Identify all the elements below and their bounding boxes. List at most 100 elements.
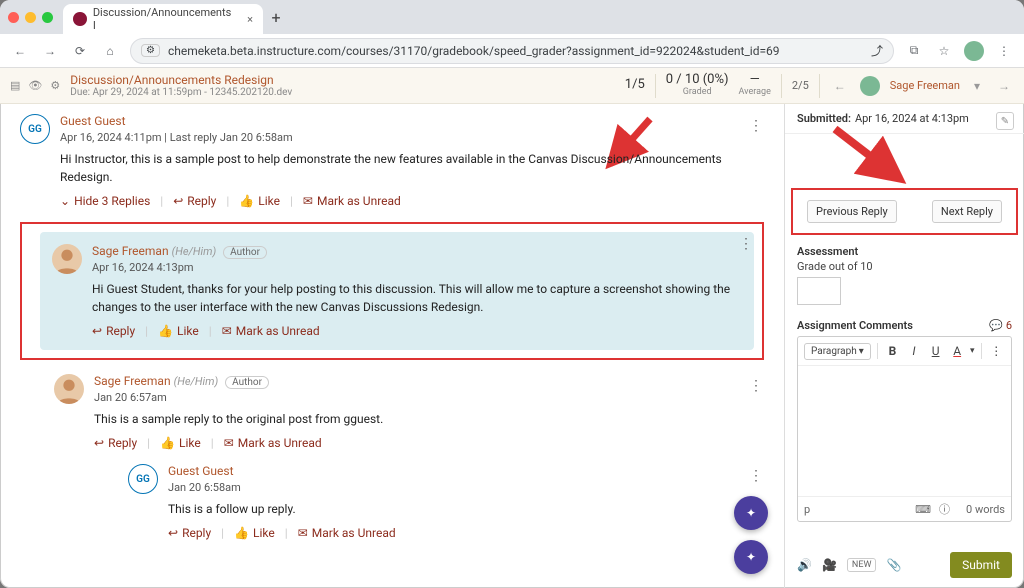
tab-title: Discussion/Announcements I	[93, 6, 235, 32]
previous-reply-button[interactable]: Previous Reply	[807, 200, 897, 223]
toggle-replies-button[interactable]: Hide 3 Replies	[60, 194, 150, 208]
like-button[interactable]: 👍 Like	[234, 526, 275, 540]
post-menu-icon[interactable]: ⋮	[749, 118, 764, 134]
student-avatar[interactable]	[860, 76, 880, 96]
submission-info: Submitted: Apr 16, 2024 at 4:13pm ✎	[785, 104, 1024, 134]
author-name[interactable]: Guest Guest	[168, 464, 234, 478]
nested-reply-post: GG ⋮ Guest Guest Jan 20 6:58am This is a…	[128, 464, 764, 540]
share-icon[interactable]: ⤴	[871, 42, 883, 59]
post-timestamp: Jan 20 6:57am	[94, 391, 764, 404]
reply-button[interactable]: ↩ Reply	[94, 436, 137, 450]
bookmark-icon[interactable]: ☆	[934, 44, 954, 58]
mark-unread-button[interactable]: ✉ Mark as Unread	[298, 526, 396, 540]
mark-unread-button[interactable]: ✉ Mark as Unread	[224, 436, 322, 450]
accessibility-button[interactable]: ✦	[734, 540, 768, 574]
next-reply-button[interactable]: Next Reply	[932, 200, 1002, 223]
comment-textarea[interactable]	[798, 366, 1011, 496]
underline-button[interactable]: U	[927, 341, 945, 361]
avatar[interactable]: GG	[128, 464, 158, 494]
back-button[interactable]: ←	[10, 44, 30, 58]
post-content: Hi Guest Student, thanks for your help p…	[92, 280, 742, 316]
chevron-down-icon: ▾	[859, 346, 864, 357]
profile-avatar[interactable]	[964, 41, 984, 61]
avatar[interactable]	[54, 374, 84, 404]
settings-icon[interactable]: ⚙	[50, 79, 60, 92]
visibility-icon[interactable]: 👁	[28, 79, 42, 92]
post-timestamp: Apr 16, 2024 4:11pm | Last reply Jan 20 …	[60, 131, 764, 144]
forward-button[interactable]: →	[40, 44, 60, 58]
post-menu-icon[interactable]: ⋮	[739, 236, 754, 252]
student-dropdown-icon[interactable]: ▾	[970, 79, 984, 93]
highlighted-reply-box: ⋮ Sage Freeman (He/Him) Author Apr 16, 2…	[20, 222, 764, 360]
author-name[interactable]: Sage Freeman	[94, 374, 171, 388]
mark-unread-button[interactable]: ✉ Mark as Unread	[222, 324, 320, 338]
author-name[interactable]: Guest Guest	[60, 114, 126, 128]
browser-tab[interactable]: Discussion/Announcements I ×	[63, 4, 263, 34]
author-badge: Author	[225, 376, 269, 389]
audio-comment-icon[interactable]: 🔊	[797, 558, 812, 572]
browser-toolbar: ← → ⟳ ⌂ ⚙ chemeketa.beta.instructure.com…	[0, 34, 1024, 68]
grade-out-of-label: Grade out of 10	[785, 260, 1024, 273]
address-bar[interactable]: ⚙ chemeketa.beta.instructure.com/courses…	[130, 38, 894, 64]
assignment-title[interactable]: Discussion/Announcements Redesign	[70, 73, 292, 87]
reply-button[interactable]: ↩ Reply	[92, 324, 135, 338]
grading-footer: 🔊 🎥 NEW 📎 Submit	[785, 542, 1024, 588]
graded-metric: 0 / 10 (0%) Graded	[666, 73, 729, 97]
post-timestamp: Apr 16, 2024 4:13pm	[92, 261, 742, 274]
minimize-window-icon[interactable]	[25, 12, 36, 23]
post-menu-icon[interactable]: ⋮	[749, 468, 764, 484]
new-tab-button[interactable]: +	[263, 8, 289, 27]
accessibility-button[interactable]: ✦	[734, 496, 768, 530]
next-student-button[interactable]: →	[994, 79, 1014, 93]
favicon-icon	[73, 12, 87, 26]
avatar[interactable]	[52, 244, 82, 274]
prev-student-button[interactable]: ←	[830, 79, 850, 93]
like-button[interactable]: 👍 Like	[239, 194, 280, 208]
chevron-down-icon[interactable]: ▾	[970, 346, 975, 356]
attach-file-icon[interactable]: 📎	[886, 558, 901, 572]
more-tools-icon[interactable]: ⋮	[987, 341, 1005, 361]
post-timestamp: Jan 20 6:58am	[168, 481, 764, 494]
average-metric: — Average	[739, 73, 771, 97]
media-comment-icon[interactable]: 🎥	[822, 558, 837, 572]
gradebook-icon[interactable]: ▤	[10, 79, 20, 92]
comment-editor: Paragraph ▾ B I U A ▾ ⋮ p ⌨ ⓘ	[797, 336, 1012, 522]
post-actions: Hide 3 Replies | ↩ Reply | 👍 Like | ✉ Ma…	[60, 194, 764, 208]
reply-button[interactable]: ↩ Reply	[168, 526, 211, 540]
text-color-button[interactable]: A	[948, 341, 966, 361]
author-name[interactable]: Sage Freeman	[92, 244, 169, 258]
block-format-dropdown[interactable]: Paragraph ▾	[804, 343, 871, 360]
home-button[interactable]: ⌂	[100, 44, 120, 58]
post-content: This is a follow up reply.	[168, 500, 764, 518]
comments-count[interactable]: 💬 6	[989, 319, 1012, 332]
reply-button[interactable]: ↩ Reply	[173, 194, 216, 208]
grade-input[interactable]	[797, 277, 841, 305]
bold-button[interactable]: B	[884, 341, 902, 361]
author-pronouns: (He/Him)	[174, 375, 219, 388]
author-badge: Author	[223, 246, 267, 259]
author-pronouns: (He/Him)	[172, 245, 217, 258]
accessibility-checker-icon[interactable]: ⓘ	[939, 501, 950, 517]
mark-unread-button[interactable]: ✉ Mark as Unread	[303, 194, 401, 208]
submit-button[interactable]: Submit	[950, 552, 1012, 578]
student-name[interactable]: Sage Freeman	[890, 79, 960, 92]
post-content: This is a sample reply to the original p…	[94, 410, 764, 428]
avatar[interactable]: GG	[20, 114, 50, 144]
post-menu-icon[interactable]: ⋮	[749, 378, 764, 394]
close-tab-icon[interactable]: ×	[247, 13, 253, 26]
site-settings-icon[interactable]: ⚙	[141, 44, 160, 57]
italic-button[interactable]: I	[905, 341, 923, 361]
pin-icon[interactable]: ✎	[996, 112, 1014, 130]
keyboard-icon[interactable]: ⌨	[915, 503, 931, 516]
close-window-icon[interactable]	[8, 12, 19, 23]
extensions-icon[interactable]: ⧉	[904, 43, 924, 58]
window-controls[interactable]	[8, 12, 53, 23]
like-button[interactable]: 👍 Like	[160, 436, 201, 450]
original-post: GG ⋮ Guest Guest Apr 16, 2024 4:11pm | L…	[20, 114, 764, 208]
maximize-window-icon[interactable]	[42, 12, 53, 23]
browser-menu-icon[interactable]: ⋮	[994, 44, 1014, 58]
assignment-due: Due: Apr 29, 2024 at 11:59pm - 12345.202…	[70, 87, 292, 98]
like-button[interactable]: 👍 Like	[158, 324, 199, 338]
reload-button[interactable]: ⟳	[70, 44, 90, 58]
reply-nav-box: Previous Reply Next Reply	[791, 188, 1018, 235]
